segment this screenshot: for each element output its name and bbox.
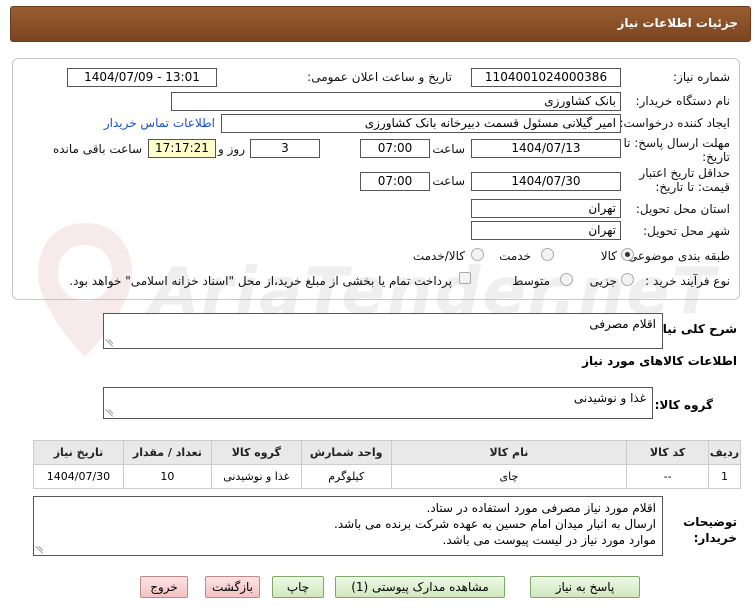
goods-group-label: گروه کالا:	[654, 398, 713, 412]
col-unit: واحد شمارش	[300, 440, 392, 465]
cell-qty: 10	[122, 464, 212, 489]
remaining-label: ساعت باقی مانده	[52, 142, 142, 156]
creator-label: ایجاد کننده درخواست:	[619, 116, 730, 130]
category-radio-service[interactable]	[541, 248, 554, 261]
print-button[interactable]: چاپ	[272, 576, 324, 598]
process-radio-small[interactable]	[621, 273, 634, 286]
cell-group: غذا و نوشیدنی	[210, 464, 302, 489]
buyer-org-field: بانک کشاورزی	[171, 92, 621, 111]
buyer-contact-link[interactable]: اطلاعات تماس خریدار	[104, 116, 215, 130]
process-label: نوع فرآیند خرید :	[645, 274, 730, 288]
deadline-time-label: ساعت	[432, 142, 465, 156]
validity-label: حداقل تاریخ اعتبار قیمت: تا تاریخ:	[639, 166, 730, 194]
deadline-label: مهلت ارسال پاسخ: تا تاریخ:	[623, 136, 730, 164]
col-code: کد کالا	[626, 440, 710, 465]
goods-section-title: اطلاعات کالاهای مورد نیاز	[582, 354, 737, 368]
need-number-field: 1104001024000386	[471, 68, 621, 87]
col-qty: تعداد / مقدار	[122, 440, 212, 465]
category-radio-goods[interactable]	[621, 248, 634, 261]
cell-row: 1	[708, 464, 741, 489]
city-label: شهر محل تحویل:	[643, 224, 730, 238]
process-option-medium: متوسط	[512, 274, 550, 288]
process-option-small: جزیی	[589, 274, 617, 288]
resize-grip-icon[interactable]	[106, 409, 114, 417]
cell-name: چای	[390, 464, 628, 489]
announce-label: تاریخ و ساعت اعلان عمومی:	[307, 70, 452, 84]
goods-group-textbox[interactable]: غذا و نوشیدنی	[103, 387, 653, 419]
summary-textbox[interactable]: اقلام مصرفی	[103, 313, 663, 349]
category-radio-both[interactable]	[471, 248, 484, 261]
category-option-both: کالا/خدمت	[412, 249, 465, 263]
col-date: تاریخ نیاز	[33, 440, 124, 465]
category-label: طبقه بندی موضوعی:	[623, 249, 730, 263]
days-label: روز و	[218, 142, 245, 156]
view-attachments-button[interactable]: مشاهده مدارک پیوستی (1)	[335, 576, 505, 598]
summary-value: اقلام مصرفی	[589, 317, 656, 331]
table-row[interactable]: 1 -- چای کیلوگرم غذا و نوشیدنی 10 1404/0…	[33, 464, 741, 489]
items-table: ردیف کد کالا نام کالا واحد شمارش گروه کا…	[33, 440, 741, 489]
category-option-service: خدمت	[499, 249, 531, 263]
page-header: جزئیات اطلاعات نیاز	[10, 6, 751, 42]
back-button[interactable]: بازگشت	[205, 576, 260, 598]
city-field: تهران	[471, 221, 621, 240]
province-label: استان محل تحویل:	[635, 202, 730, 216]
notes-line: موارد مورد نیاز در لیست پیوست می باشد.	[442, 533, 656, 547]
reply-button[interactable]: پاسخ به نیاز	[530, 576, 640, 598]
deadline-date-field: 1404/07/13	[471, 139, 621, 158]
resize-grip-icon[interactable]	[106, 339, 114, 347]
summary-label: شرح کلی نیاز:	[651, 322, 737, 336]
notes-textbox[interactable]: اقلام مورد نیاز مصرفی مورد استفاده در ست…	[33, 496, 663, 556]
deadline-time-field: 07:00	[360, 139, 430, 158]
table-header-row: ردیف کد کالا نام کالا واحد شمارش گروه کا…	[33, 440, 741, 465]
category-option-goods: کالا	[600, 249, 617, 263]
exit-button[interactable]: خروج	[140, 576, 188, 598]
remaining-time-field: 17:17:21	[148, 139, 216, 158]
notes-label: توضیحات خریدار:	[683, 515, 737, 545]
cell-code: --	[626, 464, 710, 489]
resize-grip-icon[interactable]	[36, 546, 44, 554]
col-group: گروه کالا	[210, 440, 302, 465]
creator-field: امیر گیلانی مسئول قسمت دبیرخانه بانک کشا…	[221, 114, 621, 133]
buyer-org-label: نام دستگاه خریدار:	[635, 94, 731, 108]
goods-group-value: غذا و نوشیدنی	[573, 391, 646, 405]
announce-field: 1404/07/09 - 13:01	[67, 68, 217, 87]
treasury-note: پرداخت تمام یا بخشی از مبلغ خرید،از محل …	[69, 274, 452, 288]
col-row: ردیف	[708, 440, 741, 465]
days-remaining-field: 3	[250, 139, 320, 158]
validity-time-field: 07:00	[360, 172, 430, 191]
cell-date: 1404/07/30	[33, 464, 124, 489]
treasury-checkbox[interactable]	[459, 272, 471, 284]
notes-line: اقلام مورد نیاز مصرفی مورد استفاده در ست…	[426, 501, 657, 515]
process-radio-medium[interactable]	[560, 273, 573, 286]
cell-unit: کیلوگرم	[300, 464, 392, 489]
province-field: تهران	[471, 199, 621, 218]
validity-date-field: 1404/07/30	[471, 172, 621, 191]
need-number-label: شماره نیاز:	[673, 70, 730, 84]
col-name: نام کالا	[390, 440, 628, 465]
page-title: جزئیات اطلاعات نیاز	[617, 16, 738, 30]
notes-line: ارسال به انبار میدان امام حسین به عهده ش…	[334, 517, 656, 531]
validity-time-label: ساعت	[432, 174, 465, 188]
